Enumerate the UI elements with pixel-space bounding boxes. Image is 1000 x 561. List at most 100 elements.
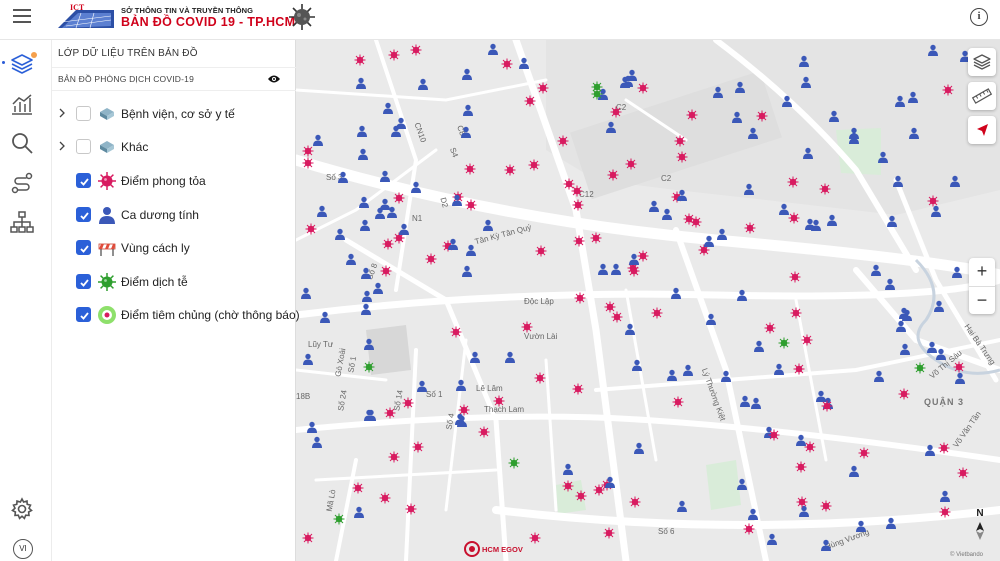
positive-case-marker[interactable]: [504, 350, 516, 363]
layer-row-positive[interactable]: Ca dương tính: [52, 200, 296, 230]
positive-case-marker[interactable]: [360, 266, 372, 279]
positive-case-marker[interactable]: [666, 368, 678, 381]
lockdown-marker[interactable]: [590, 231, 602, 244]
positive-case-marker[interactable]: [927, 43, 939, 56]
lockdown-marker[interactable]: [603, 526, 615, 539]
positive-case-marker[interactable]: [676, 499, 688, 512]
positive-case-marker[interactable]: [379, 169, 391, 182]
positive-case-marker[interactable]: [358, 195, 370, 208]
positive-case-marker[interactable]: [661, 207, 673, 220]
epidemic-marker[interactable]: [363, 360, 375, 373]
positive-case-marker[interactable]: [736, 288, 748, 301]
positive-case-marker[interactable]: [908, 126, 920, 139]
lockdown-marker[interactable]: [939, 505, 951, 518]
positive-case-marker[interactable]: [828, 109, 840, 122]
lockdown-marker[interactable]: [305, 222, 317, 235]
positive-case-marker[interactable]: [337, 170, 349, 183]
positive-case-marker[interactable]: [518, 56, 530, 69]
locate-button[interactable]: [968, 116, 996, 144]
lockdown-marker[interactable]: [478, 425, 490, 438]
lockdown-marker[interactable]: [821, 399, 833, 412]
lockdown-marker[interactable]: [795, 460, 807, 473]
lockdown-marker[interactable]: [562, 479, 574, 492]
compass-button[interactable]: N: [969, 508, 991, 542]
positive-case-marker[interactable]: [855, 519, 867, 532]
lockdown-marker[interactable]: [425, 252, 437, 265]
positive-case-marker[interactable]: [848, 131, 860, 144]
positive-case-marker[interactable]: [306, 420, 318, 433]
positive-case-marker[interactable]: [648, 199, 660, 212]
lockdown-marker[interactable]: [927, 194, 939, 207]
lockdown-marker[interactable]: [379, 491, 391, 504]
lockdown-marker[interactable]: [504, 163, 516, 176]
positive-case-marker[interactable]: [379, 197, 391, 210]
lockdown-marker[interactable]: [610, 105, 622, 118]
lockdown-marker[interactable]: [819, 182, 831, 195]
positive-case-marker[interactable]: [870, 263, 882, 276]
positive-case-marker[interactable]: [743, 182, 755, 195]
language-button[interactable]: VI: [13, 539, 33, 559]
positive-case-marker[interactable]: [605, 120, 617, 133]
lockdown-marker[interactable]: [529, 531, 541, 544]
measure-button[interactable]: [968, 82, 996, 110]
positive-case-marker[interactable]: [766, 532, 778, 545]
lockdown-marker[interactable]: [801, 333, 813, 346]
lockdown-marker[interactable]: [410, 43, 422, 56]
positive-case-marker[interactable]: [469, 350, 481, 363]
lockdown-marker[interactable]: [458, 403, 470, 416]
lockdown-marker[interactable]: [683, 212, 695, 225]
positive-case-marker[interactable]: [417, 77, 429, 90]
positive-case-marker[interactable]: [359, 218, 371, 231]
positive-case-marker[interactable]: [873, 369, 885, 382]
positive-case-marker[interactable]: [907, 90, 919, 103]
lockdown-marker[interactable]: [938, 441, 950, 454]
positive-case-marker[interactable]: [597, 262, 609, 275]
lockdown-marker[interactable]: [796, 495, 808, 508]
positive-case-marker[interactable]: [949, 174, 961, 187]
positive-case-marker[interactable]: [302, 352, 314, 365]
positive-case-marker[interactable]: [447, 237, 459, 250]
positive-case-marker[interactable]: [311, 435, 323, 448]
positive-case-marker[interactable]: [739, 394, 751, 407]
positive-case-marker[interactable]: [886, 214, 898, 227]
lockdown-marker[interactable]: [756, 109, 768, 122]
positive-case-marker[interactable]: [319, 310, 331, 323]
lockdown-marker[interactable]: [820, 499, 832, 512]
lockdown-marker[interactable]: [628, 264, 640, 277]
positive-case-marker[interactable]: [705, 312, 717, 325]
positive-case-marker[interactable]: [954, 371, 966, 384]
lockdown-marker[interactable]: [352, 481, 364, 494]
lockdown-marker[interactable]: [793, 362, 805, 375]
positive-case-marker[interactable]: [345, 252, 357, 265]
positive-case-marker[interactable]: [356, 124, 368, 137]
positive-case-marker[interactable]: [465, 243, 477, 256]
layer-row-vaccination[interactable]: Điểm tiêm chủng (chờ thông báo): [52, 300, 300, 330]
lockdown-marker[interactable]: [764, 321, 776, 334]
positive-case-marker[interactable]: [372, 281, 384, 294]
positive-case-marker[interactable]: [562, 462, 574, 475]
lockdown-marker[interactable]: [804, 440, 816, 453]
lockdown-marker[interactable]: [574, 291, 586, 304]
org-chart-icon[interactable]: [10, 210, 36, 236]
bar-chart-icon[interactable]: [10, 92, 36, 118]
layer-row-other[interactable]: Khác: [52, 132, 296, 162]
positive-case-marker[interactable]: [365, 408, 377, 421]
lockdown-marker[interactable]: [388, 450, 400, 463]
positive-case-marker[interactable]: [773, 362, 785, 375]
lockdown-marker[interactable]: [528, 158, 540, 171]
lockdown-marker[interactable]: [575, 489, 587, 502]
lockdown-marker[interactable]: [524, 94, 536, 107]
positive-case-marker[interactable]: [720, 369, 732, 382]
lockdown-marker[interactable]: [572, 382, 584, 395]
positive-case-marker[interactable]: [619, 75, 631, 88]
positive-case-marker[interactable]: [924, 443, 936, 456]
layer-checkbox-positive[interactable]: [76, 207, 91, 222]
lockdown-marker[interactable]: [676, 150, 688, 163]
positive-case-marker[interactable]: [753, 339, 765, 352]
chevron-right-icon[interactable]: [58, 108, 66, 118]
positive-case-marker[interactable]: [894, 94, 906, 107]
eye-icon[interactable]: [267, 74, 281, 84]
layer-checkbox-vaccination[interactable]: [76, 307, 91, 322]
lockdown-marker[interactable]: [790, 306, 802, 319]
lockdown-marker[interactable]: [637, 81, 649, 94]
